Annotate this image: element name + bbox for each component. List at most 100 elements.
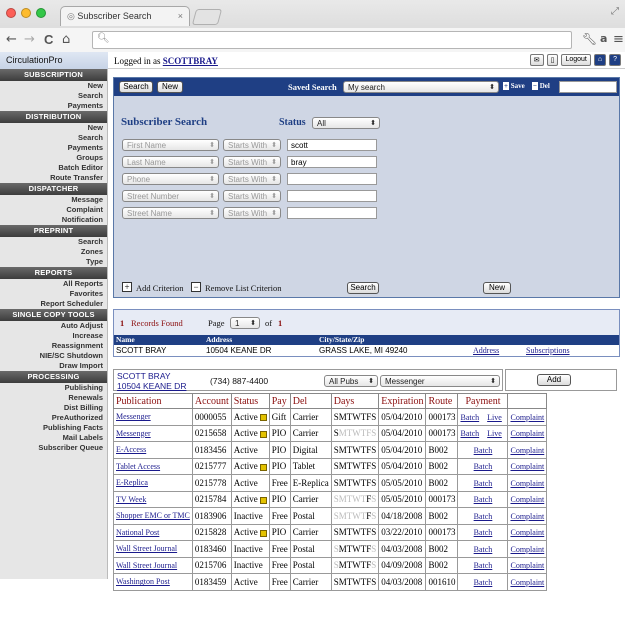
sidebar-item[interactable]: Batch Editor [0,163,107,173]
search-submit-button[interactable]: Search [347,282,379,294]
batch-link[interactable]: Batch [474,561,493,570]
sidebar-item[interactable]: Notification [0,215,107,225]
sidebar-item[interactable]: Increase [0,331,107,341]
complaint-link[interactable]: Complaint [510,479,544,488]
status-select[interactable]: All ⬍ [312,117,380,129]
sidebar-item[interactable]: Message [0,195,107,205]
back-icon[interactable]: ← [6,32,17,47]
criterion-value-input[interactable]: bray [287,156,377,168]
batch-link[interactable]: Batch [474,446,493,455]
sidebar-item[interactable]: Search [0,237,107,247]
status-badge-icon[interactable] [259,496,267,504]
maximize-window-button[interactable] [36,8,46,18]
live-link[interactable]: Live [487,413,502,422]
new-button[interactable]: New [157,81,183,93]
wrench-icon[interactable]: 🔧︎ [582,32,597,46]
user-link[interactable]: SCOTTBRAY [163,56,218,66]
menu-icon[interactable]: ≡ [613,32,624,47]
publication-link[interactable]: Shopper EMC or TMC [113,507,193,525]
publication-link[interactable]: Tablet Access [113,457,193,475]
status-badge-icon[interactable] [259,430,267,438]
criterion-value-input[interactable] [287,207,377,219]
logout-button[interactable]: Logout [561,54,591,66]
publication-link[interactable]: Messenger [113,424,193,442]
sidebar-item[interactable]: Auto Adjust [0,321,107,331]
criterion-field-select[interactable]: Street Number ⬍ [122,190,219,202]
extension-icon[interactable]: a [600,32,607,45]
criterion-value-input[interactable] [287,173,377,185]
criterion-operator-select[interactable]: Starts With ⬍ [223,207,281,219]
sidebar-item[interactable]: Type [0,257,107,267]
add-criterion-label[interactable]: Add Criterion [136,283,183,293]
publication-link[interactable]: E-Replica [113,474,193,492]
sidebar-item[interactable]: Route Transfer [0,173,107,183]
saved-search-select[interactable]: My search ⬍ [343,81,499,93]
criterion-operator-select[interactable]: Starts With ⬍ [223,139,281,151]
batch-link[interactable]: Batch [474,495,493,504]
live-link[interactable]: Live [487,429,502,438]
sidebar-item[interactable]: Payments [0,143,107,153]
sidebar-item[interactable]: New [0,81,107,91]
new-bottom-button[interactable]: New [483,282,511,294]
batch-link[interactable]: Batch [460,413,479,422]
close-tab-icon[interactable]: × [178,11,183,21]
fullscreen-icon[interactable]: ⤢ [611,6,619,17]
complaint-link[interactable]: Complaint [510,561,544,570]
sidebar-item[interactable]: New [0,123,107,133]
info-icon[interactable]: ▯ [546,54,559,66]
publication-link[interactable]: Messenger [113,408,193,426]
add-subscription-button[interactable]: Add [537,374,571,386]
publication-link[interactable]: Wall Street Journal [113,556,193,574]
batch-link[interactable]: Batch [474,462,493,471]
complaint-link[interactable]: Complaint [510,429,544,438]
complaint-link[interactable]: Complaint [510,495,544,504]
record-row[interactable]: SCOTT BRAY 10504 KEANE DR GRASS LAKE, MI… [114,345,619,356]
browser-tab[interactable]: ◎ Subscriber Search × [60,6,190,26]
reload-icon[interactable]: C [44,32,53,47]
mail-icon[interactable]: ✉︎ [529,54,544,66]
lock-icon[interactable]: ⌂ [593,54,607,66]
customer-address-link[interactable]: 10504 KEANE DR [117,381,186,391]
batch-link[interactable]: Batch [474,512,493,521]
batch-link[interactable]: Batch [474,528,493,537]
close-window-button[interactable] [6,8,16,18]
sidebar-item[interactable]: Complaint [0,205,107,215]
criterion-field-select[interactable]: First Name ⬍ [122,139,219,151]
criterion-operator-select[interactable]: Starts With ⬍ [223,190,281,202]
status-badge-icon[interactable] [259,414,267,422]
sidebar-item[interactable]: Favorites [0,289,107,299]
publication-link[interactable]: Washington Post [113,573,193,591]
save-search[interactable]: + Save [503,82,525,90]
sidebar-item[interactable]: Mail Labels [0,433,107,443]
sidebar-item[interactable]: Draw Import [0,361,107,371]
add-criterion-icon[interactable]: + [122,282,132,292]
criterion-operator-select[interactable]: Starts With ⬍ [223,156,281,168]
sidebar-item[interactable]: All Reports [0,279,107,289]
sidebar-item[interactable]: Renewals [0,393,107,403]
pubs-filter-select[interactable]: All Pubs ⬍ [324,375,378,387]
sidebar-item[interactable]: Subscriber Queue [0,443,107,453]
publication-link[interactable]: TV Week [113,490,193,508]
complaint-link[interactable]: Complaint [510,545,544,554]
search-button[interactable]: Search [119,81,153,93]
new-tab-button[interactable] [191,9,223,25]
minimize-window-button[interactable] [21,8,31,18]
publication-select[interactable]: Messenger ⬍ [380,375,500,387]
sidebar-item[interactable]: PreAuthorized [0,413,107,423]
sidebar-item[interactable]: Publishing [0,383,107,393]
brand-logo[interactable]: CirculationPro [0,52,108,69]
status-badge-icon[interactable] [259,529,267,537]
home-icon[interactable]: ⌂ [62,32,70,47]
publication-link[interactable]: Wall Street Journal [113,540,193,558]
batch-link[interactable]: Batch [474,578,493,587]
address-bar[interactable]: 🔍︎ [92,31,572,49]
batch-link[interactable]: Batch [474,479,493,488]
sidebar-item[interactable]: Publishing Facts [0,423,107,433]
status-badge-icon[interactable] [259,463,267,471]
sidebar-item[interactable]: Search [0,133,107,143]
sidebar-item[interactable]: NIE/SC Shutdown [0,351,107,361]
remove-criterion-label[interactable]: Remove List Criterion [205,283,282,293]
publication-link[interactable]: E-Access [113,441,193,459]
forward-icon[interactable]: → [24,32,35,47]
sidebar-item[interactable]: Search [0,91,107,101]
